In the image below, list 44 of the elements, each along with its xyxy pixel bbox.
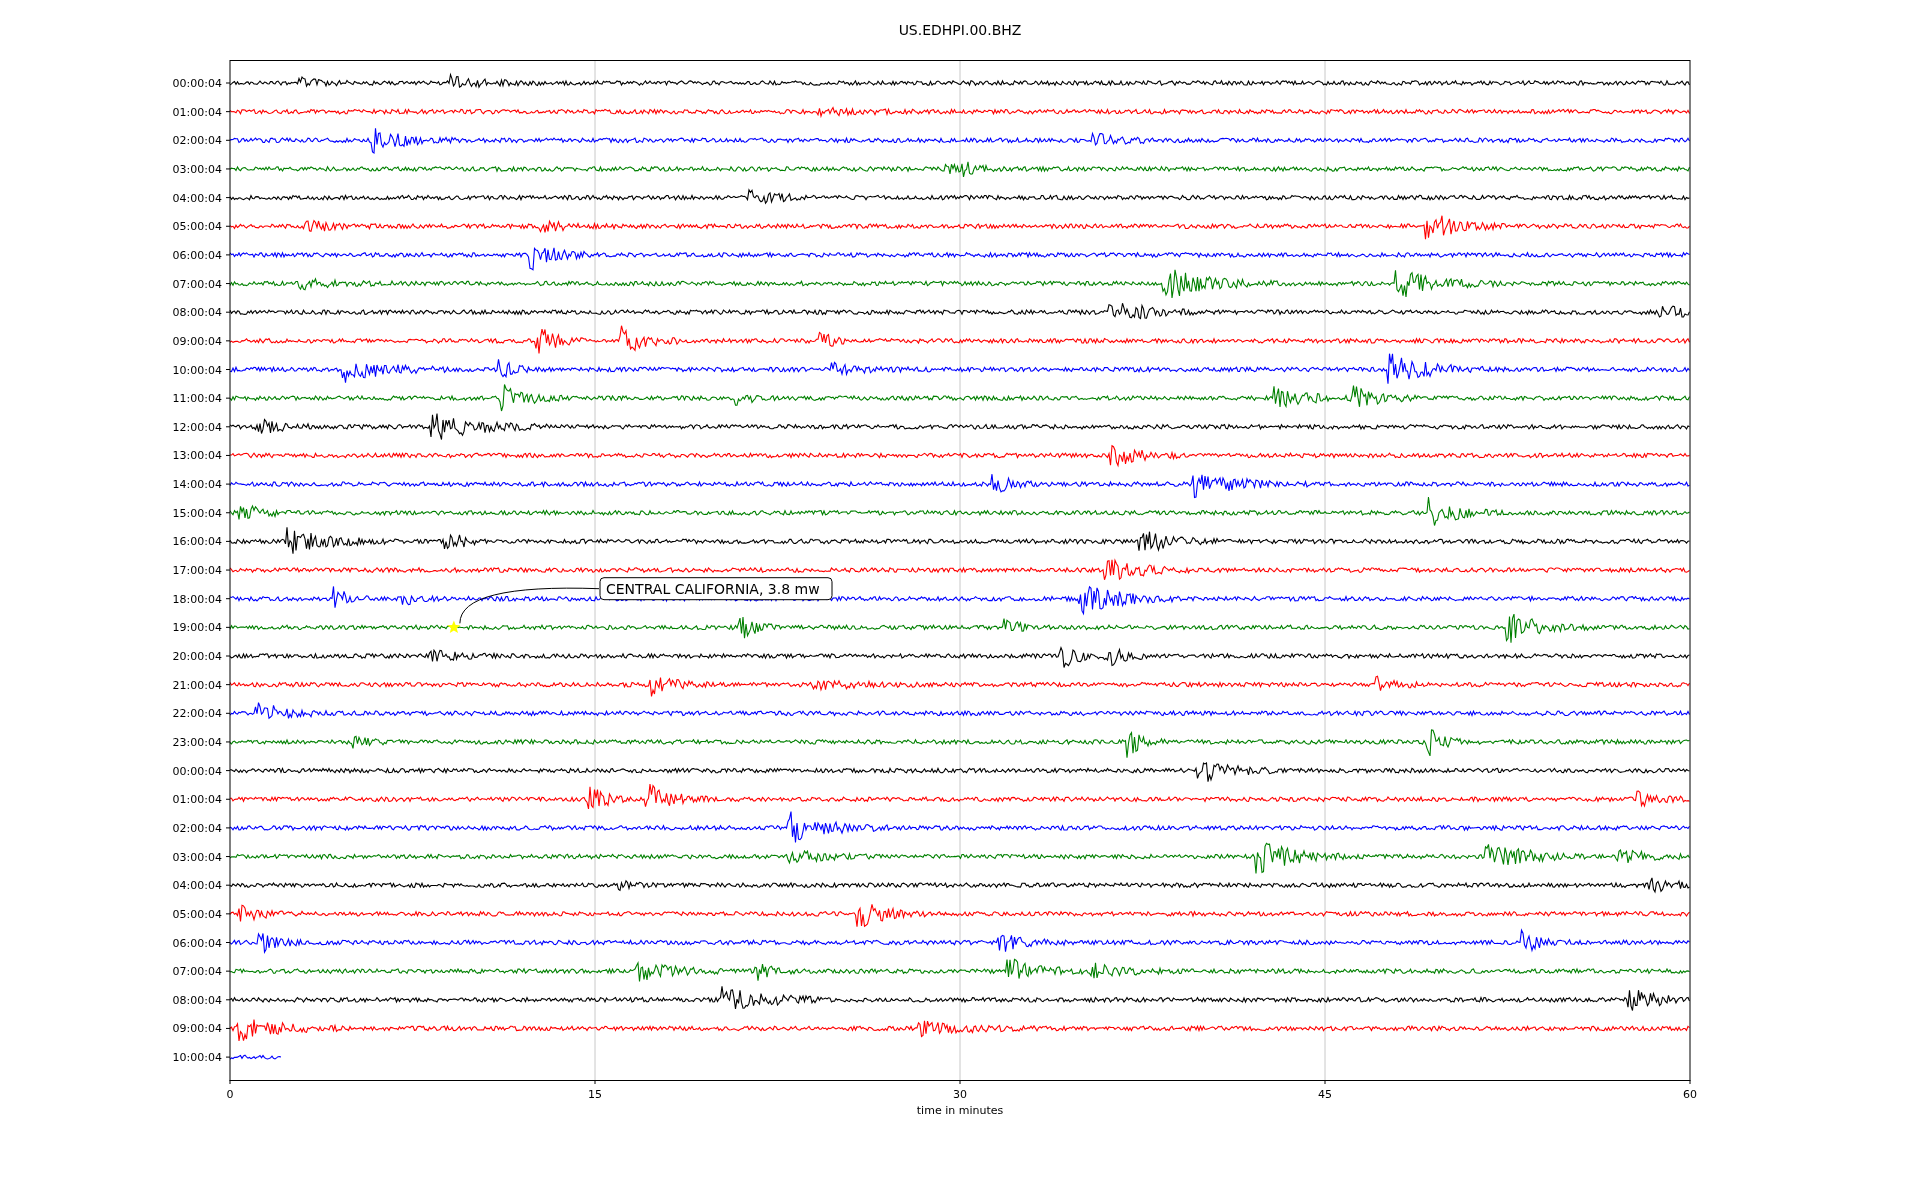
axis-tick-label: 45: [1318, 1088, 1332, 1101]
time-label: 09:00:04: [172, 334, 222, 348]
time-label: 15:00:04: [172, 506, 222, 520]
time-label: 07:00:04: [172, 965, 222, 979]
time-label: 11:00:04: [172, 392, 222, 406]
time-label: 10:00:04: [172, 363, 222, 377]
star-icon: [447, 620, 461, 633]
time-label: 06:00:04: [172, 248, 222, 262]
annotation-label: CENTRAL CALIFORNIA, 3.8 mw: [599, 577, 833, 601]
plot-title: US.EDHPI.00.BHZ: [898, 22, 1022, 40]
axis-tick-label: 30: [953, 1088, 967, 1101]
time-label: 08:00:04: [172, 306, 222, 320]
time-label: 09:00:04: [172, 1022, 222, 1036]
time-label: 10:00:04: [172, 1051, 222, 1065]
time-label: 22:00:04: [172, 707, 222, 721]
time-label: 12:00:04: [172, 420, 222, 434]
time-label: 05:00:04: [172, 220, 222, 234]
time-label: 14:00:04: [172, 478, 222, 492]
time-label: 02:00:04: [172, 134, 222, 148]
time-label: 03:00:04: [172, 162, 222, 176]
time-label: 23:00:04: [172, 735, 222, 749]
time-label: 17:00:04: [172, 564, 222, 578]
time-label: 21:00:04: [172, 678, 222, 692]
time-label: 05:00:04: [172, 907, 222, 921]
axis-label: time in minutes: [916, 1104, 1004, 1117]
time-label: 00:00:04: [172, 764, 222, 778]
time-label: 02:00:04: [172, 821, 222, 835]
time-label: 13:00:04: [172, 449, 222, 463]
time-label: 01:00:04: [172, 793, 222, 807]
time-label: 20:00:04: [172, 650, 222, 663]
axis-tick-label: 0: [226, 1088, 234, 1101]
time-label: 07:00:04: [172, 277, 222, 291]
time-label: 04:00:04: [172, 879, 222, 893]
time-label: 16:00:04: [172, 535, 222, 549]
axis-tick-label: 60: [1683, 1088, 1697, 1101]
time-label: 00:00:04: [172, 77, 222, 90]
time-label: 01:00:04: [172, 105, 222, 119]
axis-tick-label: 15: [588, 1088, 602, 1101]
time-label: 03:00:04: [172, 850, 222, 864]
time-label: 04:00:04: [172, 191, 222, 205]
time-label: 19:00:04: [172, 621, 222, 635]
time-label: 18:00:04: [172, 592, 222, 606]
time-label: 08:00:04: [172, 993, 222, 1007]
time-label: 06:00:04: [172, 936, 222, 950]
